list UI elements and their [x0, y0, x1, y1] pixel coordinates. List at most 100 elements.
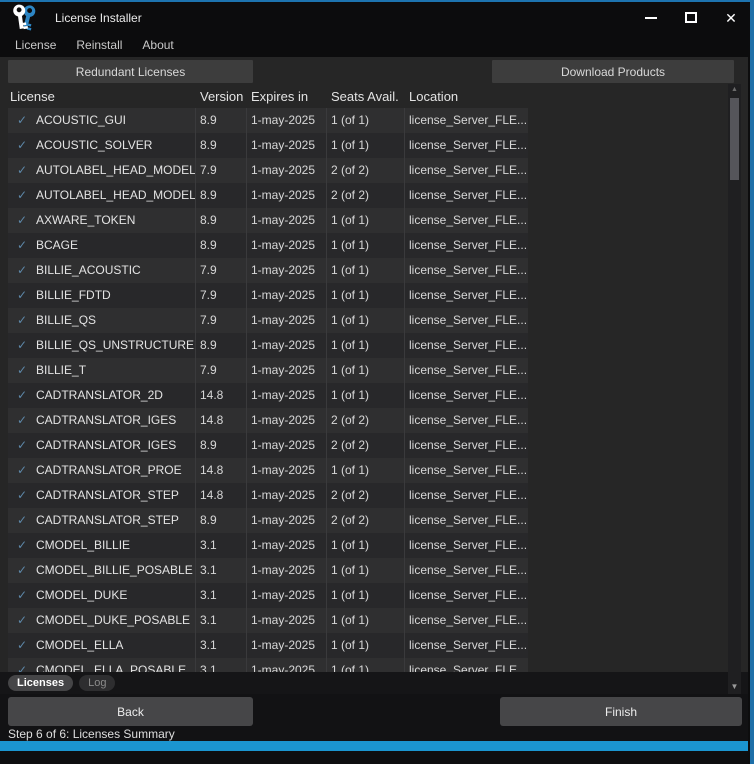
table-row[interactable]: ✓ CMODEL_ELLA_POSABLE 3.1 1-may-2025 1 (… — [8, 658, 528, 672]
cell-location: license_Server_FLE... — [405, 508, 528, 533]
minimize-button[interactable] — [642, 9, 660, 27]
status-bar: Step 6 of 6: Licenses Summary — [0, 728, 748, 741]
table-row[interactable]: ✓ AUTOLABEL_HEAD_MODEL 7.9 1-may-2025 2 … — [8, 158, 528, 183]
cell-seats: 1 (of 1) — [327, 558, 405, 583]
cell-location: license_Server_FLE... — [405, 333, 528, 358]
table-row[interactable]: ✓ CMODEL_ELLA 3.1 1-may-2025 1 (of 1) li… — [8, 633, 528, 658]
scroll-down-icon[interactable]: ▼ — [731, 680, 739, 694]
cell-seats: 1 (of 1) — [327, 233, 405, 258]
table-row[interactable]: ✓ CMODEL_DUKE_POSABLE 3.1 1-may-2025 1 (… — [8, 608, 528, 633]
cell-license: AXWARE_TOKEN — [36, 208, 135, 233]
cell-license: ACOUSTIC_GUI — [36, 108, 126, 133]
table-row[interactable]: ✓ CMODEL_DUKE 3.1 1-may-2025 1 (of 1) li… — [8, 583, 528, 608]
window-border-top — [0, 0, 754, 2]
menu-about[interactable]: About — [132, 38, 183, 52]
cell-license: BILLIE_FDTD — [36, 283, 111, 308]
table-row[interactable]: ✓ CADTRANSLATOR_IGES 14.8 1-may-2025 2 (… — [8, 408, 528, 433]
table-row[interactable]: ✓ BCAGE 8.9 1-may-2025 1 (of 1) license_… — [8, 233, 528, 258]
cell-version: 14.8 — [196, 458, 247, 483]
scroll-up-icon[interactable]: ▲ — [731, 84, 738, 96]
cell-license: ACOUSTIC_SOLVER — [36, 133, 152, 158]
cell-seats: 1 (of 1) — [327, 533, 405, 558]
check-icon: ✓ — [8, 383, 36, 408]
table-row[interactable]: ✓ CADTRANSLATOR_IGES 8.9 1-may-2025 2 (o… — [8, 433, 528, 458]
vertical-scrollbar[interactable]: ▲ ▼ — [728, 84, 741, 694]
table-row[interactable]: ✓ CMODEL_BILLIE_POSABLE 3.1 1-may-2025 1… — [8, 558, 528, 583]
cell-location: license_Server_FLE... — [405, 408, 528, 433]
table-row[interactable]: ✓ AXWARE_TOKEN 8.9 1-may-2025 1 (of 1) l… — [8, 208, 528, 233]
cell-version: 14.8 — [196, 483, 247, 508]
window-bottom-edge — [0, 751, 748, 764]
tab-log[interactable]: Log — [79, 675, 115, 691]
cell-expires: 1-may-2025 — [247, 483, 327, 508]
cell-expires: 1-may-2025 — [247, 608, 327, 633]
cell-location: license_Server_FLE... — [405, 608, 528, 633]
cell-seats: 2 (of 2) — [327, 183, 405, 208]
table-row[interactable]: ✓ BILLIE_ACOUSTIC 7.9 1-may-2025 1 (of 1… — [8, 258, 528, 283]
table-row[interactable]: ✓ CADTRANSLATOR_STEP 8.9 1-may-2025 2 (o… — [8, 508, 528, 533]
table-row[interactable]: ✓ AUTOLABEL_HEAD_MODEL 8.9 1-may-2025 2 … — [8, 183, 528, 208]
cell-license: CMODEL_DUKE_POSABLE — [36, 608, 190, 633]
cell-location: license_Server_FLE... — [405, 633, 528, 658]
window-title: License Installer — [55, 11, 142, 25]
check-icon: ✓ — [8, 208, 36, 233]
cell-license: AUTOLABEL_HEAD_MODEL — [36, 183, 196, 208]
table-row[interactable]: ✓ BILLIE_T 7.9 1-may-2025 1 (of 1) licen… — [8, 358, 528, 383]
tab-licenses[interactable]: Licenses — [8, 675, 73, 691]
check-icon: ✓ — [8, 508, 36, 533]
cell-license: CADTRANSLATOR_IGES — [36, 433, 176, 458]
cell-license: BILLIE_QS_UNSTRUCTURED — [36, 333, 196, 358]
check-icon: ✓ — [8, 533, 36, 558]
table-row[interactable]: ✓ BILLIE_QS 7.9 1-may-2025 1 (of 1) lice… — [8, 308, 528, 333]
col-header-location[interactable]: Location — [405, 89, 528, 104]
cell-license: CMODEL_ELLA_POSABLE — [36, 658, 186, 672]
window-border-right — [750, 0, 754, 764]
cell-location: license_Server_FLE... — [405, 483, 528, 508]
table-row[interactable]: ✓ CADTRANSLATOR_STEP 14.8 1-may-2025 2 (… — [8, 483, 528, 508]
cell-expires: 1-may-2025 — [247, 283, 327, 308]
wizard-buttons-row: Back Finish — [0, 694, 748, 728]
menu-license[interactable]: License — [0, 38, 66, 52]
cell-expires: 1-may-2025 — [247, 358, 327, 383]
cell-license: BCAGE — [36, 233, 78, 258]
table-row[interactable]: ✓ CADTRANSLATOR_2D 14.8 1-may-2025 1 (of… — [8, 383, 528, 408]
close-button[interactable]: ✕ — [722, 9, 740, 27]
cell-expires: 1-may-2025 — [247, 183, 327, 208]
col-header-license[interactable]: License — [8, 89, 196, 104]
scrollbar-thumb[interactable] — [730, 98, 739, 180]
cell-seats: 1 (of 1) — [327, 258, 405, 283]
menu-reinstall[interactable]: Reinstall — [66, 38, 132, 52]
table-row[interactable]: ✓ CMODEL_BILLIE 3.1 1-may-2025 1 (of 1) … — [8, 533, 528, 558]
table-row[interactable]: ✓ ACOUSTIC_SOLVER 8.9 1-may-2025 1 (of 1… — [8, 133, 528, 158]
cell-expires: 1-may-2025 — [247, 133, 327, 158]
table-row[interactable]: ✓ BILLIE_QS_UNSTRUCTURED 8.9 1-may-2025 … — [8, 333, 528, 358]
col-header-version[interactable]: Version — [196, 89, 247, 104]
check-icon: ✓ — [8, 133, 36, 158]
title-bar: License Installer ✕ — [0, 2, 754, 33]
table-row[interactable]: ✓ CADTRANSLATOR_PROE 14.8 1-may-2025 1 (… — [8, 458, 528, 483]
download-products-button[interactable]: Download Products — [492, 60, 734, 83]
redundant-licenses-button[interactable]: Redundant Licenses — [8, 60, 253, 83]
table-row[interactable]: ✓ ACOUSTIC_GUI 8.9 1-may-2025 1 (of 1) l… — [8, 108, 528, 133]
cell-expires: 1-may-2025 — [247, 508, 327, 533]
cell-seats: 2 (of 2) — [327, 158, 405, 183]
finish-button[interactable]: Finish — [500, 697, 742, 726]
check-icon: ✓ — [8, 483, 36, 508]
cell-expires: 1-may-2025 — [247, 533, 327, 558]
cell-version: 8.9 — [196, 233, 247, 258]
col-header-seats[interactable]: Seats Avail. — [327, 89, 405, 104]
table-rows: ✓ ACOUSTIC_GUI 8.9 1-may-2025 1 (of 1) l… — [8, 108, 528, 672]
check-icon: ✓ — [8, 333, 36, 358]
check-icon: ✓ — [8, 408, 36, 433]
cell-version: 3.1 — [196, 608, 247, 633]
col-header-expires[interactable]: Expires in — [247, 89, 327, 104]
cell-version: 8.9 — [196, 108, 247, 133]
cell-location: license_Server_FLE... — [405, 283, 528, 308]
cell-version: 3.1 — [196, 533, 247, 558]
cell-location: license_Server_FLE... — [405, 183, 528, 208]
menu-bar: License Reinstall About — [0, 33, 754, 57]
back-button[interactable]: Back — [8, 697, 253, 726]
maximize-button[interactable] — [682, 9, 700, 27]
table-row[interactable]: ✓ BILLIE_FDTD 7.9 1-may-2025 1 (of 1) li… — [8, 283, 528, 308]
cell-expires: 1-may-2025 — [247, 383, 327, 408]
